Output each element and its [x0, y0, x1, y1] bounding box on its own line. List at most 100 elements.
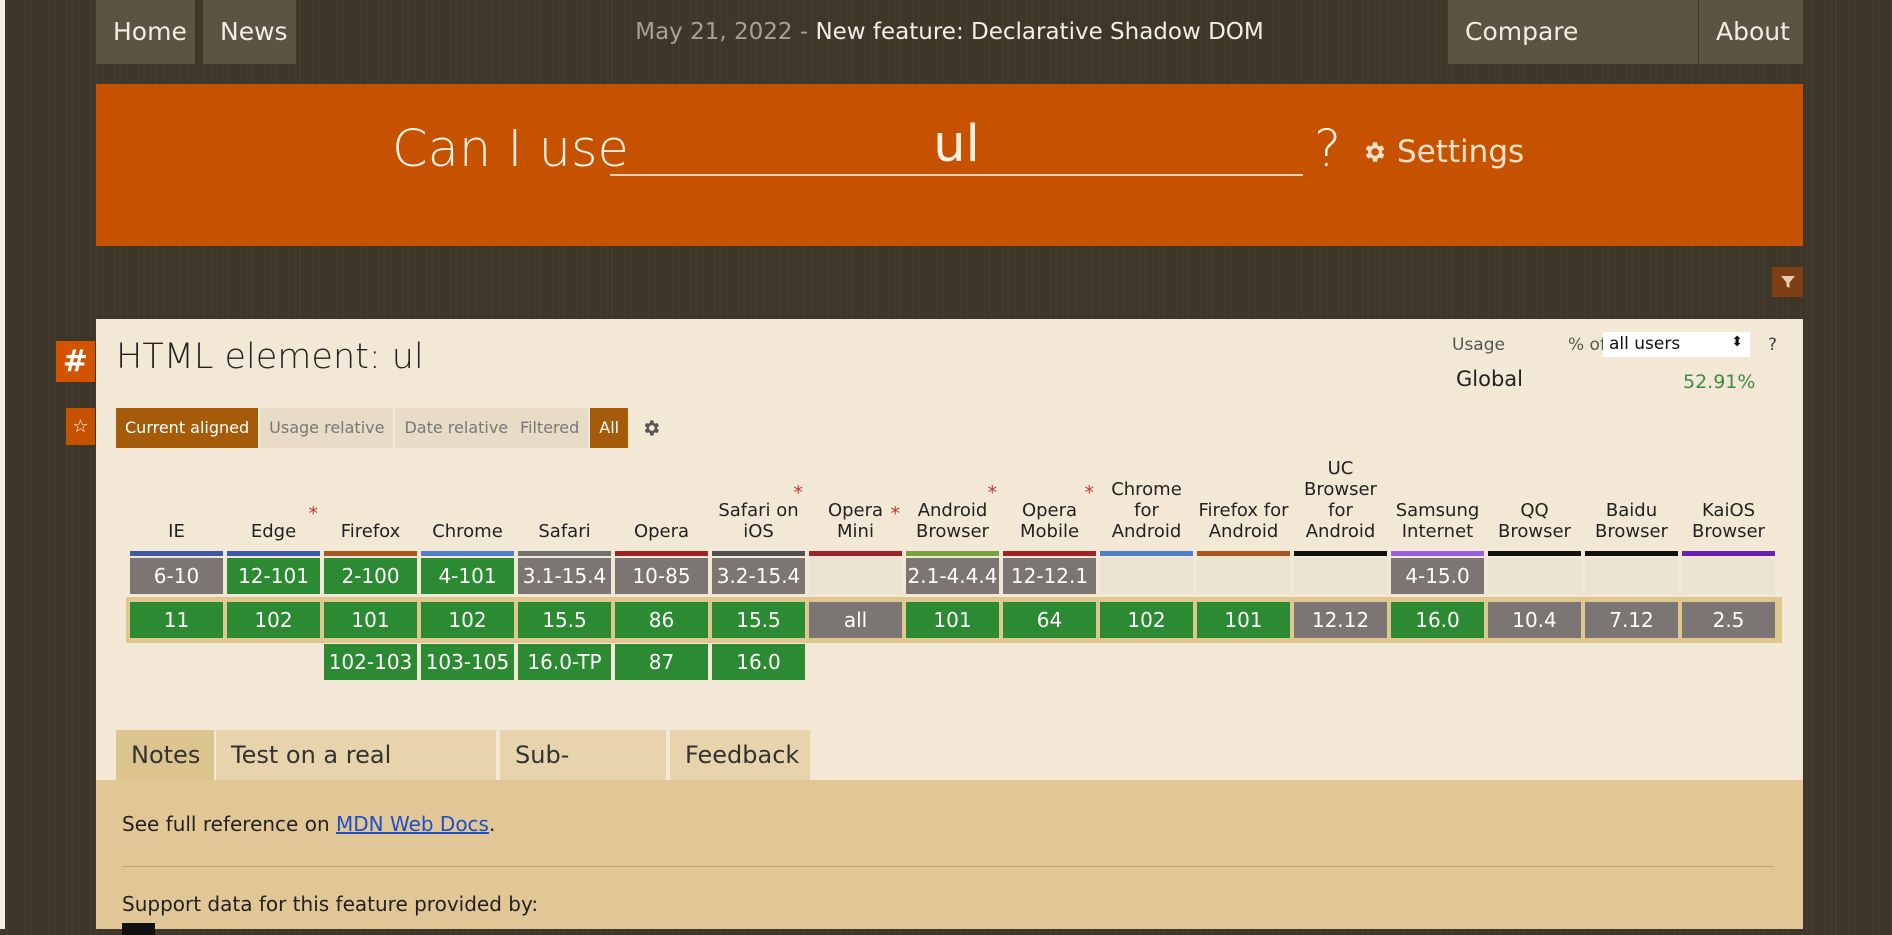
past-version-cell[interactable]: 6-10 [130, 558, 223, 594]
browser-name-line: Firefox [340, 521, 401, 542]
feature-search-input[interactable] [610, 114, 1303, 176]
browser-color-bar [906, 551, 999, 556]
browser-header[interactable]: Opera Mobile * [1003, 319, 1096, 552]
browser-note-asterisk[interactable]: * [794, 482, 804, 504]
current-version-cell[interactable]: 2.5 [1682, 602, 1775, 638]
permalink-hash-button[interactable]: # [56, 341, 95, 382]
browser-header[interactable]: Opera Mini * [809, 319, 902, 552]
browser-header[interactable]: Firefox [324, 319, 417, 552]
past-version-cell[interactable] [1682, 558, 1775, 594]
nav-about-link[interactable]: About [1699, 0, 1803, 64]
current-version-cell[interactable]: 101 [906, 602, 999, 638]
mdn-web-docs-link[interactable]: MDN Web Docs [336, 812, 489, 836]
browser-note-asterisk[interactable]: * [988, 482, 998, 504]
current-version-cell[interactable]: 102 [421, 602, 514, 638]
browser-name-line: Firefox for [1198, 500, 1289, 521]
current-version-cell[interactable]: 11 [130, 602, 223, 638]
nav-compare-browsers-link[interactable]: Compare browsers [1448, 0, 1698, 110]
future-version-cell[interactable]: 16.0-TP [518, 644, 611, 680]
browser-name-line: Browser [1692, 521, 1765, 542]
browser-note-asterisk[interactable]: * [891, 503, 901, 525]
browser-header[interactable]: QQ Browser [1488, 319, 1581, 552]
news-separator: - [792, 19, 816, 45]
current-version-cell[interactable]: 102 [227, 602, 320, 638]
current-version-cell[interactable]: 102 [1100, 602, 1193, 638]
browser-header[interactable]: Safari [518, 319, 611, 552]
browser-note-asterisk[interactable]: * [1085, 482, 1095, 504]
browser-name: IE [130, 521, 223, 542]
tab-test-real-browser[interactable]: Test on a real browser [216, 730, 496, 819]
news-title-link[interactable]: New feature: Declarative Shadow DOM [815, 19, 1263, 45]
past-version-cell[interactable] [1100, 558, 1193, 594]
browser-header[interactable]: Safari on iOS * [712, 319, 805, 552]
current-version-cell[interactable]: all [809, 602, 902, 638]
tab-feedback[interactable]: Feedback [670, 730, 810, 780]
browser-name-line: for [1328, 500, 1353, 521]
feature-panel: # ☆ HTML element: ul Usage % of all user… [56, 319, 1803, 935]
current-version-cell[interactable]: 101 [324, 602, 417, 638]
browser-name-line: Opera [1021, 500, 1078, 521]
past-version-cell[interactable] [1488, 558, 1581, 594]
past-version-cell[interactable]: 3.2-15.4 [712, 558, 805, 594]
future-version-cell[interactable]: 103-105 [421, 644, 514, 680]
browser-header[interactable]: Firefox for Android [1197, 319, 1290, 552]
browser-header[interactable]: Edge * [227, 319, 320, 552]
browser-note-asterisk[interactable]: * [309, 503, 319, 525]
favorite-star-button[interactable]: ☆ [66, 408, 95, 445]
future-version-cell[interactable]: 16.0 [712, 644, 805, 680]
filter-button[interactable] [1772, 267, 1803, 297]
past-version-cell[interactable]: 4-15.0 [1391, 558, 1484, 594]
current-version-cell[interactable]: 10.4 [1488, 602, 1581, 638]
browser-name: Samsung Internet [1391, 500, 1484, 542]
future-version-cell[interactable]: 87 [615, 644, 708, 680]
browser-color-bar [324, 551, 417, 556]
future-version-cell[interactable]: 102-103 [324, 644, 417, 680]
past-version-cell[interactable]: 2-100 [324, 558, 417, 594]
current-version-cell[interactable]: 15.5 [712, 602, 805, 638]
past-version-cell[interactable]: 12-101 [227, 558, 320, 594]
browser-name-line: Samsung [1395, 500, 1480, 521]
browser-header[interactable]: Samsung Internet [1391, 319, 1484, 552]
browser-color-bar [1682, 551, 1775, 556]
browser-color-bar [1100, 551, 1193, 556]
browser-name-line: Android [1208, 521, 1279, 542]
browser-name-line: QQ [1520, 500, 1549, 521]
browser-name-line: Android [1111, 521, 1182, 542]
browser-header[interactable]: Chrome [421, 319, 514, 552]
current-version-cell[interactable]: 101 [1197, 602, 1290, 638]
past-version-cell[interactable]: 3.1-15.4 [518, 558, 611, 594]
past-version-cell[interactable]: 2.1-4.4.4 [906, 558, 999, 594]
settings-button[interactable]: Settings [1361, 134, 1524, 170]
browser-name: Chrome [421, 521, 514, 542]
tab-sub-features[interactable]: Sub-features [500, 730, 666, 819]
browser-header[interactable]: Android Browser * [906, 319, 999, 552]
browser-header[interactable]: Baidu Browser [1585, 319, 1678, 552]
past-version-cell[interactable] [1197, 558, 1290, 594]
past-version-cell[interactable]: 4-101 [421, 558, 514, 594]
current-version-cell[interactable]: 16.0 [1391, 602, 1484, 638]
mdn-logo-icon [122, 923, 155, 935]
browser-color-bar [1488, 551, 1581, 556]
browser-color-bar [1197, 551, 1290, 556]
browser-header[interactable]: IE [130, 319, 223, 552]
browser-name: Edge [227, 521, 320, 542]
current-version-cell[interactable]: 15.5 [518, 602, 611, 638]
browser-name: Opera Mobile [1003, 500, 1096, 542]
past-version-cell[interactable] [1294, 558, 1387, 594]
notes-suffix: . [488, 812, 496, 836]
browser-name-line: Opera Mini [827, 500, 884, 542]
past-version-cell[interactable] [809, 558, 902, 594]
current-version-cell[interactable]: 7.12 [1585, 602, 1678, 638]
browser-name: Opera [615, 521, 708, 542]
current-version-cell[interactable]: 64 [1003, 602, 1096, 638]
tab-notes[interactable]: Notes [116, 730, 214, 780]
past-version-cell[interactable]: 10-85 [615, 558, 708, 594]
browser-header[interactable]: KaiOS Browser [1682, 319, 1775, 552]
browser-header[interactable]: UC Browser for Android [1294, 319, 1387, 552]
past-version-cell[interactable]: 12-12.1 [1003, 558, 1096, 594]
browser-header[interactable]: Opera [615, 319, 708, 552]
current-version-cell[interactable]: 86 [615, 602, 708, 638]
past-version-cell[interactable] [1585, 558, 1678, 594]
browser-header[interactable]: Chrome for Android [1100, 319, 1193, 552]
current-version-cell[interactable]: 12.12 [1294, 602, 1387, 638]
